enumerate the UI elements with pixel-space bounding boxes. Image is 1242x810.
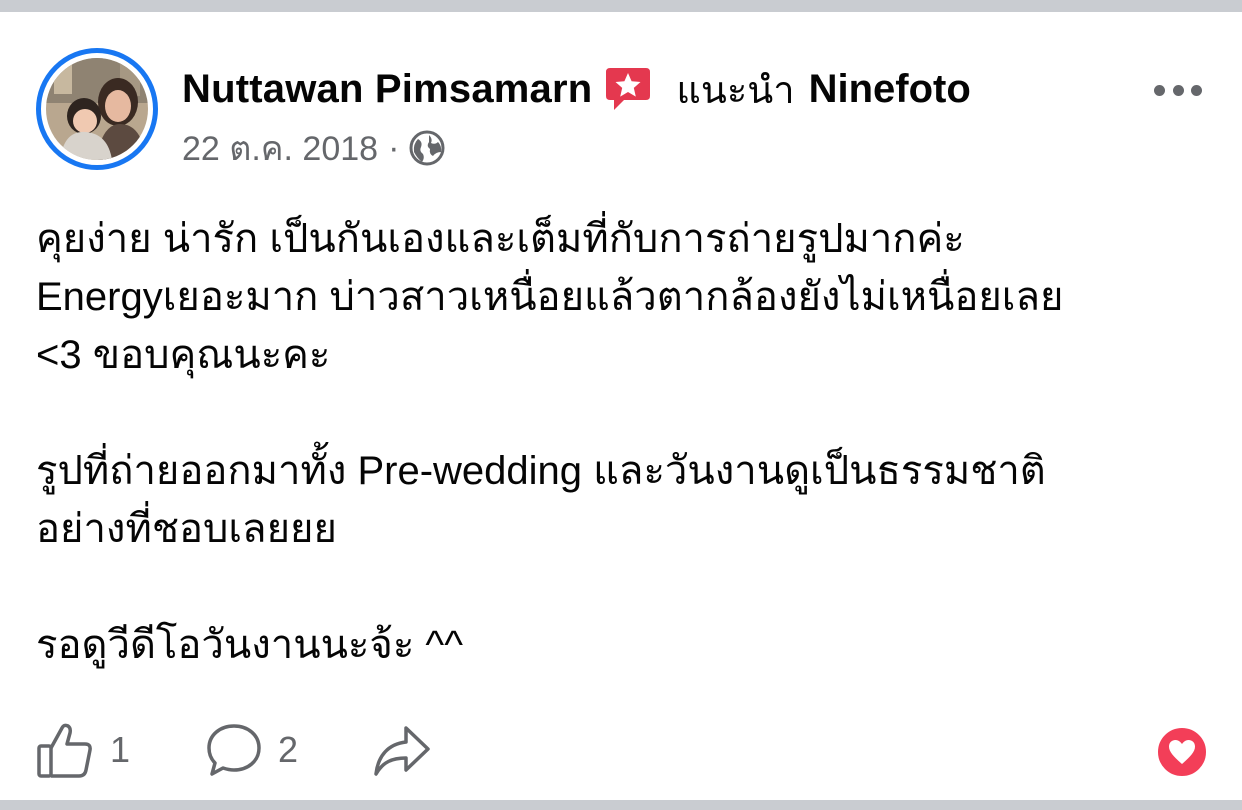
share-button[interactable] bbox=[372, 720, 432, 780]
comment-bubble-icon bbox=[204, 720, 264, 780]
page-name[interactable]: Ninefoto bbox=[809, 67, 971, 112]
post-body: คุยง่าย น่ารัก เป็นกันเองและเต็มที่กับกา… bbox=[36, 210, 1216, 674]
meta-separator: · bbox=[388, 128, 400, 167]
post-header: Nuttawan Pimsamarn แนะนำ Ninefoto bbox=[182, 64, 971, 114]
post-text-line: รูปที่ถ่ายออกมาทั้ง Pre-wedding และวันงา… bbox=[36, 449, 1046, 493]
comment-count: 2 bbox=[278, 729, 299, 770]
more-dot bbox=[1154, 84, 1165, 96]
more-options-button[interactable] bbox=[1148, 70, 1208, 110]
post-date[interactable]: 22 ต.ค. 2018 bbox=[182, 121, 378, 175]
avatar-story-ring[interactable] bbox=[36, 48, 158, 170]
avatar[interactable] bbox=[46, 58, 148, 160]
love-heart-icon[interactable] bbox=[1156, 726, 1208, 778]
post-text-line: คุยง่าย น่ารัก เป็นกันเองและเต็มที่กับกา… bbox=[36, 217, 965, 261]
post-text-line: <3 ขอบคุณนะคะ bbox=[36, 333, 331, 377]
share-arrow-icon bbox=[372, 720, 432, 780]
post-meta: 22 ต.ค. 2018 · bbox=[182, 124, 445, 172]
more-dot bbox=[1172, 84, 1184, 96]
post-text-line: อย่างที่ชอบเลยยย bbox=[36, 507, 337, 551]
post-text-line: รอดูวีดีโอวันงานนะจ้ะ ^^ bbox=[36, 623, 463, 667]
like-button[interactable]: 1 bbox=[36, 720, 130, 780]
like-count: 1 bbox=[110, 729, 131, 770]
author-name[interactable]: Nuttawan Pimsamarn bbox=[182, 67, 592, 112]
globe-icon bbox=[409, 130, 445, 166]
review-post-card: Nuttawan Pimsamarn แนะนำ Ninefoto 22 ต.ค… bbox=[0, 12, 1242, 800]
recommend-label: แนะนำ bbox=[676, 69, 795, 112]
action-bar: 1 2 bbox=[36, 712, 506, 788]
thumbs-up-icon bbox=[36, 720, 96, 780]
comment-button[interactable]: 2 bbox=[204, 720, 298, 780]
post-text-line: Energyเยอะมาก บ่าวสาวเหนื่อยแล้วตากล้องย… bbox=[36, 275, 1064, 319]
recommend-star-icon bbox=[604, 66, 652, 112]
more-dot bbox=[1191, 84, 1202, 96]
